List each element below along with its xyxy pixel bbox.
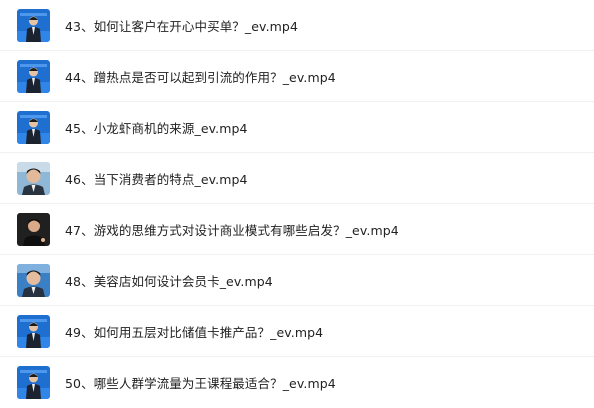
file-list: 43、如何让客户在开心中买单？_ev.mp4 44、蹭热点是否可以起到引流的作用… <box>0 0 594 402</box>
file-row-48[interactable]: 48、美容店如何设计会员卡_ev.mp4 <box>0 255 594 306</box>
file-name[interactable]: 50、哪些人群学流量为王课程最适合？_ev.mp4 <box>65 373 336 392</box>
file-name[interactable]: 46、当下消费者的特点_ev.mp4 <box>65 169 248 188</box>
presenter-blue-stage-icon <box>17 59 50 93</box>
presenter-blue-stage-icon <box>17 314 50 348</box>
video-thumbnail[interactable] <box>17 263 50 297</box>
presenter-closeup-icon <box>17 263 50 297</box>
presenter-blue-stage-icon <box>17 110 50 144</box>
file-row-45[interactable]: 45、小龙虾商机的来源_ev.mp4 <box>0 102 594 153</box>
presenter-closeup-icon <box>17 161 50 195</box>
file-row-44[interactable]: 44、蹭热点是否可以起到引流的作用？_ev.mp4 <box>0 51 594 102</box>
file-name[interactable]: 47、游戏的思维方式对设计商业模式有哪些启发？_ev.mp4 <box>65 220 399 239</box>
file-name[interactable]: 43、如何让客户在开心中买单？_ev.mp4 <box>65 16 298 35</box>
file-row-49[interactable]: 49、如何用五层对比储值卡推产品？_ev.mp4 <box>0 306 594 357</box>
file-row-46[interactable]: 46、当下消费者的特点_ev.mp4 <box>0 153 594 204</box>
video-thumbnail[interactable] <box>17 314 50 348</box>
file-name[interactable]: 45、小龙虾商机的来源_ev.mp4 <box>65 118 248 137</box>
file-name[interactable]: 48、美容店如何设计会员卡_ev.mp4 <box>65 271 273 290</box>
presenter-blue-stage-icon <box>17 8 50 42</box>
file-row-47[interactable]: 47、游戏的思维方式对设计商业模式有哪些启发？_ev.mp4 <box>0 204 594 255</box>
video-thumbnail[interactable] <box>17 8 50 42</box>
video-thumbnail[interactable] <box>17 161 50 195</box>
video-thumbnail[interactable] <box>17 59 50 93</box>
file-name[interactable]: 49、如何用五层对比储值卡推产品？_ev.mp4 <box>65 322 323 341</box>
video-thumbnail[interactable] <box>17 212 50 246</box>
video-thumbnail[interactable] <box>17 366 50 399</box>
video-thumbnail[interactable] <box>17 110 50 144</box>
file-name[interactable]: 44、蹭热点是否可以起到引流的作用？_ev.mp4 <box>65 67 336 86</box>
presenter-blue-stage-icon <box>17 366 50 399</box>
file-row-43[interactable]: 43、如何让客户在开心中买单？_ev.mp4 <box>0 0 594 51</box>
file-row-50[interactable]: 50、哪些人群学流量为王课程最适合？_ev.mp4 <box>0 357 594 408</box>
presenter-dark-icon <box>17 212 50 246</box>
